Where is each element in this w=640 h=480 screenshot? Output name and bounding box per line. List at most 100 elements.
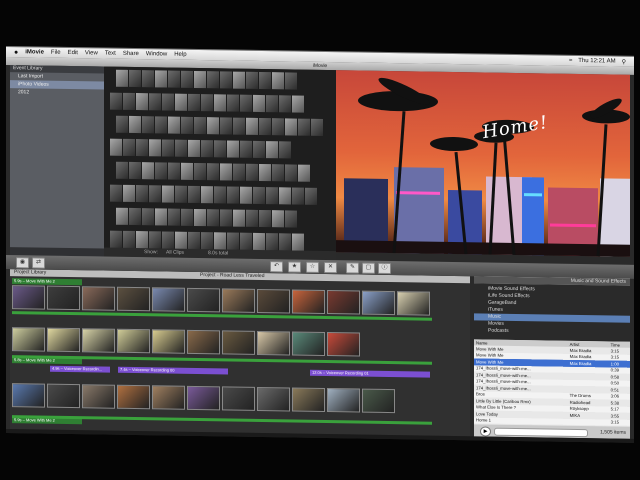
clip-thumbnail[interactable] [292,95,304,113]
apple-icon[interactable]: ● [14,49,18,56]
menu-view[interactable]: View [85,50,98,56]
clip-thumbnail[interactable] [188,231,200,250]
event-clip-row[interactable] [110,230,304,251]
keyword-icon[interactable]: ✎ [346,262,359,274]
clip-thumbnail[interactable] [259,209,271,228]
clip-thumbnail[interactable] [285,164,297,182]
project-clip[interactable] [47,383,80,409]
clip-thumbnail[interactable] [136,185,148,203]
clip-thumbnail[interactable] [207,209,219,227]
clip-thumbnail[interactable] [214,186,226,204]
project-library-button[interactable]: Project Library [14,269,46,276]
menu-help[interactable]: Help [174,52,186,58]
clip-thumbnail[interactable] [279,141,291,159]
clip-thumbnail[interactable] [116,69,128,87]
event-clip-row[interactable] [110,184,317,205]
project-clip[interactable] [222,330,255,355]
clip-thumbnail[interactable] [175,231,187,249]
clip-thumbnail[interactable] [188,139,200,158]
clip-thumbnail[interactable] [207,71,219,89]
project-timeline[interactable]: Project Library Project - Road Less Trav… [10,269,470,437]
clip-thumbnail[interactable] [266,233,278,251]
clip-thumbnail[interactable] [162,185,174,203]
clip-thumbnail[interactable] [227,186,239,204]
clip-thumbnail[interactable] [188,185,200,204]
clip-thumbnail[interactable] [155,208,167,226]
clip-thumbnail[interactable] [123,184,135,203]
clip-thumbnail[interactable] [110,184,122,202]
clip-thumbnail[interactable] [272,118,284,136]
project-clip[interactable] [187,385,220,411]
play-icon[interactable]: ▶ [480,426,491,437]
clip-thumbnail[interactable] [116,207,128,225]
project-clip[interactable] [82,384,115,409]
clip-thumbnail[interactable] [253,232,265,251]
clip-thumbnail[interactable] [181,208,193,226]
clip-thumbnail[interactable] [188,93,200,112]
project-clip[interactable] [117,384,150,410]
event-browser[interactable]: Show: All Clips 8.0s total [104,66,336,261]
clip-thumbnail[interactable] [246,209,258,227]
clip-thumbnail[interactable] [279,187,291,205]
clip-thumbnail[interactable] [149,185,161,203]
clip-thumbnail[interactable] [149,231,161,249]
clip-thumbnail[interactable] [285,118,297,136]
clip-thumbnail[interactable] [259,163,271,182]
project-clip[interactable] [397,291,430,316]
project-clip[interactable] [12,285,45,310]
clip-thumbnail[interactable] [116,115,128,133]
project-clip[interactable] [257,386,290,412]
project-clip[interactable] [47,285,80,311]
clip-thumbnail[interactable] [259,117,271,136]
project-clip[interactable] [152,287,185,312]
project-clip[interactable] [12,383,45,408]
clip-thumbnail[interactable] [240,232,252,250]
clip-thumbnail[interactable] [305,187,317,205]
clip-thumbnail[interactable] [201,140,213,158]
project-clip[interactable] [292,289,325,315]
clip-thumbnail[interactable] [129,115,141,134]
menu-app-name[interactable]: iMovie [25,49,44,55]
project-clip[interactable] [327,290,360,315]
clip-thumbnail[interactable] [110,138,122,156]
favorite-icon[interactable]: ★ [288,261,301,273]
clip-thumbnail[interactable] [207,117,219,135]
event-clip-row[interactable] [116,69,297,90]
project-clip[interactable] [292,331,325,357]
project-clip[interactable] [327,388,360,413]
clip-thumbnail[interactable] [233,163,245,181]
project-clip[interactable] [362,388,395,414]
clip-thumbnail[interactable] [285,72,297,90]
clip-thumbnail[interactable] [110,92,122,110]
event-clip-row[interactable] [116,207,297,228]
clip-thumbnail[interactable] [162,93,174,111]
clip-thumbnail[interactable] [220,163,232,181]
clip-thumbnail[interactable] [272,164,284,182]
clip-thumbnail[interactable] [194,70,206,89]
clip-thumbnail[interactable] [272,210,284,228]
menu-share[interactable]: Share [123,51,139,57]
clip-thumbnail[interactable] [168,70,180,88]
clip-thumbnail[interactable] [149,139,161,157]
clip-thumbnail[interactable] [142,116,154,134]
clip-thumbnail[interactable] [175,93,187,111]
clip-thumbnail[interactable] [227,232,239,250]
clip-thumbnail[interactable] [227,94,239,112]
voiceover-clip[interactable]: 7.4s – Voiceover Recording 00 [118,366,228,375]
music-source-item[interactable]: Podcasts [474,327,630,336]
clip-thumbnail[interactable] [175,185,187,203]
project-clip[interactable] [187,329,220,355]
event-clip-row[interactable] [116,115,323,136]
clip-thumbnail[interactable] [279,95,291,113]
clip-thumbnail[interactable] [253,186,265,205]
clip-thumbnail[interactable] [266,95,278,113]
clip-thumbnail[interactable] [149,93,161,111]
clip-thumbnail[interactable] [162,231,174,249]
clip-thumbnail[interactable] [136,231,148,249]
project-clip[interactable] [47,327,80,353]
clip-thumbnail[interactable] [220,71,232,89]
clip-thumbnail[interactable] [214,94,226,112]
clip-thumbnail[interactable] [253,94,265,113]
clip-thumbnail[interactable] [181,70,193,88]
clip-thumbnail[interactable] [181,162,193,180]
